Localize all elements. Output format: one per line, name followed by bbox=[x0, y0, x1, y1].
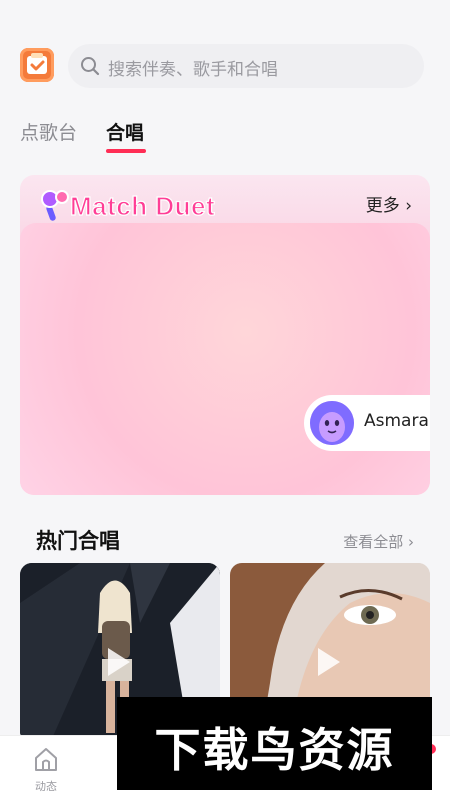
calendar-check-icon[interactable] bbox=[20, 48, 54, 82]
play-icon[interactable] bbox=[318, 648, 340, 676]
search-placeholder: 搜索伴奏、歌手和合唱 bbox=[108, 60, 278, 80]
watermark: 下载鸟资源 bbox=[117, 697, 432, 790]
search-input[interactable]: 搜索伴奏、歌手和合唱 bbox=[68, 44, 424, 88]
tab-song-stage[interactable]: 点歌台 bbox=[20, 118, 77, 145]
microphone-icon bbox=[41, 190, 69, 221]
duet-card-inner bbox=[20, 223, 430, 495]
matched-user-pill[interactable]: Asmara bbox=[304, 395, 430, 451]
play-icon[interactable] bbox=[108, 648, 130, 676]
avatar bbox=[310, 401, 354, 445]
tab-duet[interactable]: 合唱 bbox=[106, 118, 144, 145]
active-tab-indicator bbox=[106, 149, 146, 153]
matched-user-name: Asmara bbox=[364, 411, 429, 431]
watermark-text: 下载鸟资源 bbox=[154, 723, 395, 777]
match-duet-title: Match Duet bbox=[69, 190, 216, 221]
more-link[interactable]: 更多 › bbox=[366, 191, 412, 216]
hot-duets-title: 热门合唱 bbox=[36, 529, 120, 553]
nav-item-feed[interactable]: 动态 bbox=[30, 746, 62, 794]
search-icon bbox=[81, 57, 100, 76]
nav-item-label: 动态 bbox=[35, 780, 57, 793]
match-duet-card[interactable]: Match Duet 更多 › Asmara bbox=[20, 175, 430, 495]
home-icon bbox=[35, 748, 57, 771]
see-all-link[interactable]: 查看全部 › bbox=[343, 531, 414, 552]
